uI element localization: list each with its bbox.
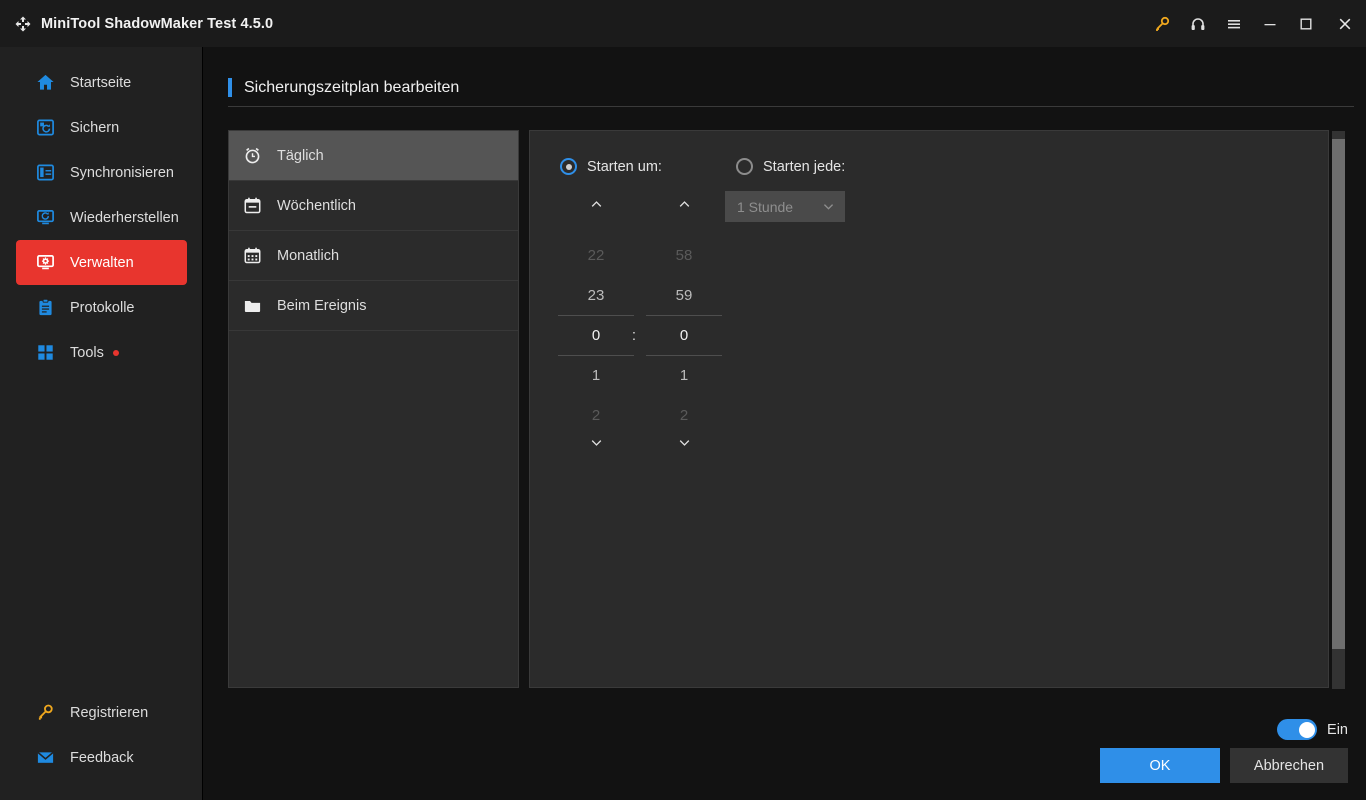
interval-dropdown[interactable]: 1 Stunde xyxy=(725,191,845,222)
sidebar: Startseite Sichern xyxy=(0,47,203,800)
sidebar-item-sichern[interactable]: Sichern xyxy=(16,105,187,150)
home-icon xyxy=(32,73,58,92)
page-title: Sicherungszeitplan bearbeiten xyxy=(244,79,459,97)
sidebar-item-wiederherstellen[interactable]: Wiederherstellen xyxy=(16,195,187,240)
manage-icon xyxy=(32,253,58,272)
radio-start-at-label: Starten um: xyxy=(587,159,662,175)
hour-option[interactable]: 22 xyxy=(556,235,636,275)
sidebar-item-label: Wiederherstellen xyxy=(70,210,179,226)
sidebar-item-tools[interactable]: Tools xyxy=(16,330,187,375)
content-area: Sicherungszeitplan bearbeiten Täglich xyxy=(204,47,1366,800)
radio-button-selected[interactable] xyxy=(560,158,577,175)
minute-option-selected[interactable]: 0 xyxy=(644,315,724,355)
title-bar: MiniTool ShadowMaker Test 4.5.0 xyxy=(0,0,1366,47)
list-item-label: Beim Ereignis xyxy=(277,298,366,314)
header-divider xyxy=(228,106,1354,107)
restore-icon xyxy=(32,208,58,227)
close-icon[interactable] xyxy=(1324,0,1366,47)
headset-icon[interactable] xyxy=(1180,0,1216,47)
sidebar-item-startseite[interactable]: Startseite xyxy=(16,60,187,105)
radio-start-at[interactable]: Starten um: xyxy=(560,158,662,175)
sidebar-nav: Startseite Sichern xyxy=(0,60,203,375)
tools-icon xyxy=(32,343,58,362)
settings-scrollbar[interactable] xyxy=(1332,131,1345,689)
minute-option[interactable]: 58 xyxy=(644,235,724,275)
sidebar-item-synchronisieren[interactable]: Synchronisieren xyxy=(16,150,187,195)
hour-spinner[interactable]: 22 23 0 1 2 xyxy=(556,191,636,551)
mail-icon xyxy=(32,748,58,767)
dialog-buttons: OK Abbrechen xyxy=(1100,748,1348,783)
calendar-icon xyxy=(241,196,263,215)
alarm-clock-icon xyxy=(241,146,263,165)
sidebar-item-registrieren[interactable]: Registrieren xyxy=(16,690,187,735)
list-item-beim-ereignis[interactable]: Beim Ereignis xyxy=(229,281,518,331)
calendar-grid-icon xyxy=(241,246,263,265)
chevron-up-icon[interactable] xyxy=(644,191,724,217)
ok-button[interactable]: OK xyxy=(1100,748,1220,783)
chevron-down-icon[interactable] xyxy=(556,429,636,455)
list-item-label: Monatlich xyxy=(277,248,339,264)
sidebar-item-label: Feedback xyxy=(70,750,134,766)
schedule-type-list: Täglich Wöchentlich xyxy=(228,130,519,688)
time-picker: 22 23 0 1 2 : xyxy=(552,191,732,551)
sidebar-item-label: Tools xyxy=(70,345,104,361)
window-controls xyxy=(1144,0,1366,47)
radio-start-every-label: Starten jede: xyxy=(763,159,845,175)
chevron-down-icon[interactable] xyxy=(644,429,724,455)
enable-toggle[interactable] xyxy=(1277,719,1317,740)
log-icon xyxy=(32,298,58,317)
radio-button-unselected[interactable] xyxy=(736,158,753,175)
accent-bar xyxy=(228,78,232,97)
enable-toggle-group: Ein xyxy=(1277,719,1348,740)
cancel-button[interactable]: Abbrechen xyxy=(1230,748,1348,783)
minute-spinner[interactable]: 58 59 0 1 2 xyxy=(644,191,724,551)
maximize-icon[interactable] xyxy=(1288,0,1324,47)
sidebar-item-label: Startseite xyxy=(70,75,131,91)
minute-option[interactable]: 59 xyxy=(644,275,724,315)
menu-icon[interactable] xyxy=(1216,0,1252,47)
page-header: Sicherungszeitplan bearbeiten xyxy=(228,78,459,97)
sidebar-item-label: Synchronisieren xyxy=(70,165,174,181)
key-icon[interactable] xyxy=(1144,0,1180,47)
backup-icon xyxy=(32,118,58,137)
toggle-knob xyxy=(1299,722,1315,738)
hour-option[interactable]: 23 xyxy=(556,275,636,315)
sidebar-item-label: Verwalten xyxy=(70,255,134,271)
sidebar-item-verwalten[interactable]: Verwalten xyxy=(16,240,187,285)
scrollbar-thumb[interactable] xyxy=(1332,139,1345,649)
application-window: MiniTool ShadowMaker Test 4.5.0 xyxy=(0,0,1366,800)
key-icon xyxy=(32,703,58,722)
sidebar-item-label: Sichern xyxy=(70,120,119,136)
tools-badge-dot xyxy=(113,350,119,356)
enable-toggle-label: Ein xyxy=(1327,722,1348,738)
list-item-monatlich[interactable]: Monatlich xyxy=(229,231,518,281)
radio-start-every[interactable]: Starten jede: xyxy=(736,158,845,175)
sync-icon xyxy=(32,163,58,182)
chevron-up-icon[interactable] xyxy=(556,191,636,217)
interval-dropdown-value: 1 Stunde xyxy=(737,199,793,215)
hour-option[interactable]: 1 xyxy=(556,355,636,395)
sidebar-item-feedback[interactable]: Feedback xyxy=(16,735,187,780)
window-title: MiniTool ShadowMaker Test 4.5.0 xyxy=(41,16,273,32)
minimize-icon[interactable] xyxy=(1252,0,1288,47)
sidebar-bottom-nav: Registrieren Feedback xyxy=(0,690,203,780)
sidebar-item-label: Registrieren xyxy=(70,705,148,721)
list-item-taeglich[interactable]: Täglich xyxy=(229,131,518,181)
schedule-settings-panel: Starten um: Starten jede: 1 Stunde xyxy=(529,130,1329,688)
chevron-down-icon xyxy=(822,200,835,218)
refresh-arrows-icon xyxy=(12,13,34,35)
list-item-label: Täglich xyxy=(277,148,324,164)
list-item-woechentlich[interactable]: Wöchentlich xyxy=(229,181,518,231)
minute-option[interactable]: 1 xyxy=(644,355,724,395)
sidebar-item-protokolle[interactable]: Protokolle xyxy=(16,285,187,330)
folder-icon xyxy=(241,296,263,315)
list-item-label: Wöchentlich xyxy=(277,198,356,214)
sidebar-item-label: Protokolle xyxy=(70,300,134,316)
